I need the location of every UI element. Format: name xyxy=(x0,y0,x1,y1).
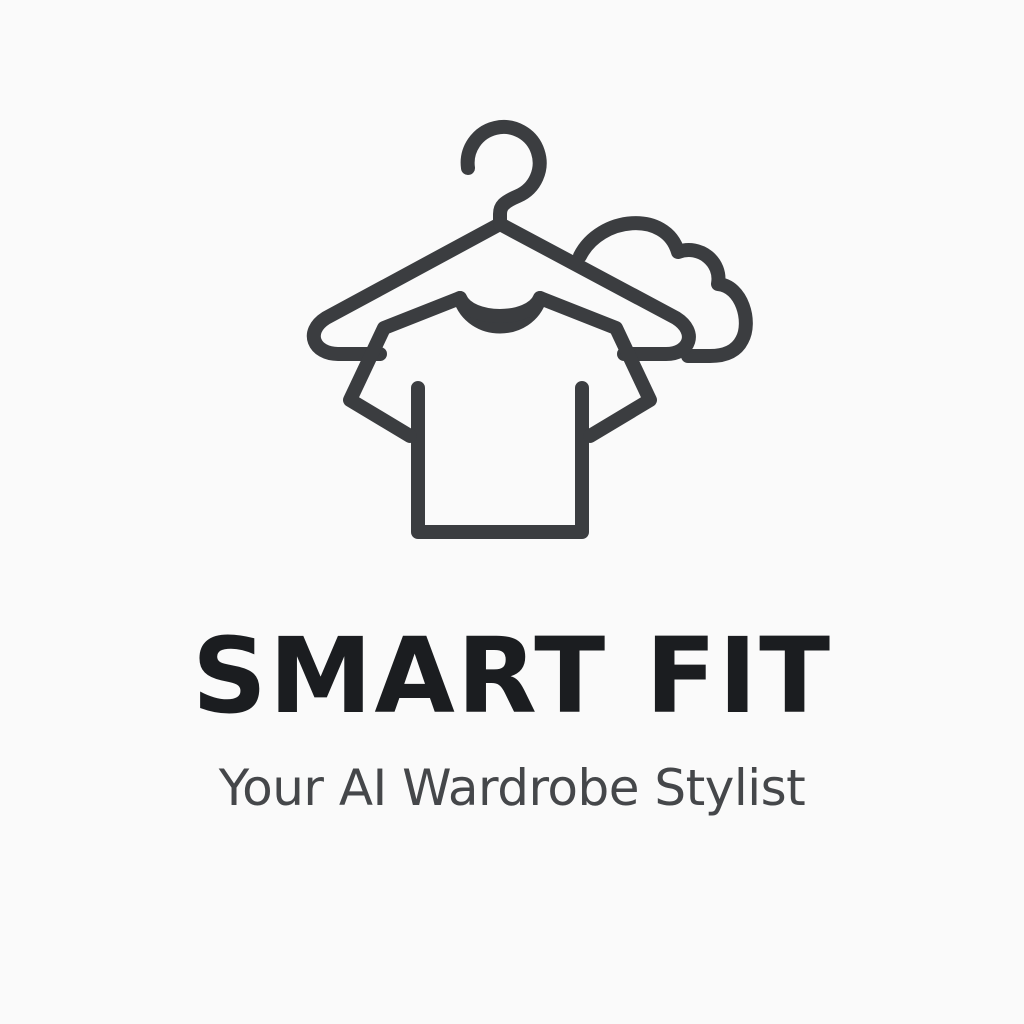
brand-tagline: Your AI Wardrobe Stylist xyxy=(218,759,806,817)
tshirt-icon xyxy=(343,291,657,539)
brand-title: SMART FIT xyxy=(191,615,833,737)
logo-icon xyxy=(307,120,753,539)
cloud-icon xyxy=(573,216,753,363)
